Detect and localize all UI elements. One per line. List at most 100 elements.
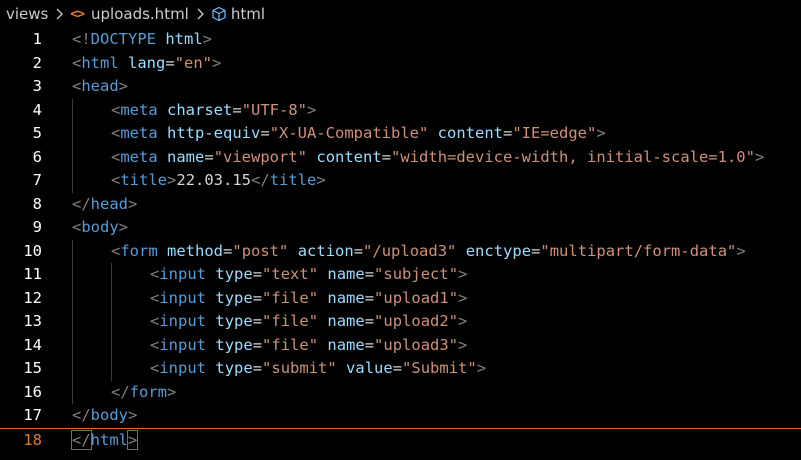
code-text: </head> (72, 193, 137, 217)
breadcrumb-folder[interactable]: views (6, 5, 48, 23)
code-token-text: = (252, 288, 263, 307)
code-token-attr: type (215, 288, 253, 307)
code-token-attr: type (215, 359, 253, 377)
code-token-bracket: > (596, 124, 606, 142)
code-line[interactable]: 15 <input type="submit" value="Submit"> (0, 357, 801, 381)
code-line[interactable]: 11 <input type="text" name="subject"> (0, 263, 801, 287)
code-text: <body> (72, 216, 128, 240)
line-number: 10 (23, 241, 42, 260)
line-number: 14 (23, 335, 42, 354)
code-line[interactable]: 9 <body> (0, 216, 801, 240)
code-token-text: = (252, 265, 263, 283)
line-number: 4 (32, 100, 42, 119)
code-token-tag: meta (120, 147, 158, 166)
code-line[interactable]: 1 <!DOCTYPE html> (0, 28, 801, 52)
code-line[interactable]: 3 <head> (0, 75, 801, 99)
indent-guide (111, 333, 112, 357)
code-token-bracket: > (118, 218, 129, 236)
code-token-str: "multipart/form-data" (540, 241, 737, 260)
code-token-bracket: > (458, 312, 468, 330)
code-token-tag: meta (120, 100, 158, 119)
code-token-tag: title (269, 171, 317, 189)
code-line[interactable]: 12 <input type="file" name="upload1"> (0, 286, 801, 310)
code-token-attr: type (215, 335, 253, 354)
code-token-str: "upload3" (374, 335, 459, 354)
code-token-bracket: > (118, 77, 129, 95)
code-editor[interactable]: 1 <!DOCTYPE html> 2 <html lang="en"> 3 <head>… (0, 28, 801, 460)
indent-guide (111, 310, 112, 334)
code-text: <!DOCTYPE html> (72, 28, 212, 52)
code-token-str: "subject" (374, 265, 459, 283)
code-token-bracket: > (126, 429, 139, 450)
code-line[interactable]: 18 </html> (0, 427, 801, 452)
code-token-str: "file" (262, 312, 319, 330)
code-token-bracket: < (72, 53, 82, 72)
code-token-text: = (531, 241, 541, 260)
html-file-icon: <> (70, 6, 85, 22)
code-token-tag: input (159, 335, 207, 354)
code-token-str: "upload1" (374, 288, 459, 307)
breadcrumb: views <> uploads.html html (0, 0, 801, 28)
line-number: 17 (23, 406, 42, 424)
line-number: 1 (32, 30, 42, 48)
line-number: 13 (23, 312, 42, 330)
code-token-attr: http-equiv (167, 124, 261, 142)
code-token-str: "width=device-width, initial-scale=1.0" (391, 147, 755, 166)
code-token-bracket: > (754, 147, 765, 166)
code-line[interactable]: 5 <meta http-equiv="X-UA-Compatible" cont… (0, 122, 801, 146)
line-number: 18 (23, 430, 42, 449)
code-token-bracket: > (167, 382, 177, 401)
breadcrumb-symbol[interactable]: html (211, 5, 265, 23)
code-token-tag: input (159, 359, 207, 377)
breadcrumb-folder-label: views (6, 5, 49, 23)
breadcrumb-file[interactable]: <> uploads.html (70, 5, 189, 23)
line-number: 11 (23, 265, 42, 283)
code-token-attr: type (215, 265, 253, 283)
code-token-text: = (252, 312, 263, 330)
indent-guide (72, 380, 73, 404)
code-line[interactable]: 10 <form method="post" action="/upload3" … (0, 239, 801, 263)
code-line[interactable]: 4 <meta charset="UTF-8"> (0, 98, 801, 122)
indent-guide (72, 357, 73, 381)
code-token-str: "X-UA-Compatible" (269, 124, 429, 142)
code-line[interactable]: 8 </head> (0, 193, 801, 217)
code-token-text: = (223, 241, 233, 260)
code-line[interactable]: 2 <html lang="en"> (0, 52, 801, 76)
code-token-bracket: < (111, 241, 121, 260)
code-token-bracket: < (150, 359, 160, 377)
code-token-text: = (392, 359, 403, 377)
code-token-tag: input (159, 265, 207, 283)
code-token-text: = (260, 124, 270, 142)
code-token-tag: meta (120, 124, 158, 142)
code-token-tag: title (120, 171, 168, 189)
code-token-attr: html (165, 30, 203, 48)
code-line[interactable]: 7 <title>22.03.15</title> (0, 169, 801, 193)
code-text: <head> (72, 75, 128, 99)
code-token-text: 22.03.15 (176, 171, 252, 189)
line-number: 2 (32, 53, 42, 72)
line-number: 12 (23, 288, 42, 307)
code-line[interactable]: 17 </body> (0, 404, 801, 428)
indent-guide (72, 310, 73, 334)
code-line[interactable]: 14 <input type="file" name="upload3"> (0, 333, 801, 357)
code-text: </form> (111, 381, 176, 405)
code-token-bracket: </ (72, 194, 91, 213)
code-token-attr: name (167, 147, 205, 166)
code-token-str: "post" (232, 241, 289, 260)
code-token-bracket: > (458, 265, 468, 283)
code-line[interactable]: 16 </form> (0, 380, 801, 405)
code-token-attr: content (437, 124, 503, 142)
code-line[interactable]: 13 <input type="file" name="upload2"> (0, 310, 801, 334)
code-token-str: "upload2" (374, 312, 459, 330)
code-line[interactable]: 6 <meta name="viewport" content="width=de… (0, 145, 801, 169)
